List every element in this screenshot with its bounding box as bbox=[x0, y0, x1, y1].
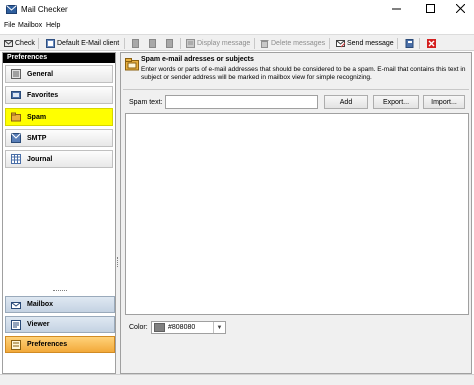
send-message-button[interactable]: Send message bbox=[336, 38, 394, 49]
display-message-icon bbox=[186, 39, 195, 48]
color-picker-dropdown[interactable]: #808080 ▼ bbox=[151, 321, 226, 334]
toolbar: Check Default E-Mail client Display mess… bbox=[0, 34, 474, 51]
toolbar-separator bbox=[124, 38, 125, 49]
preferences-header: Preferences bbox=[3, 53, 115, 63]
import-button[interactable]: Import... bbox=[423, 95, 465, 109]
nav-item-favorites[interactable]: Favorites bbox=[5, 86, 113, 104]
display-message-label: Display message bbox=[197, 40, 251, 47]
display-message-button[interactable]: Display message bbox=[186, 38, 250, 49]
viewer-button[interactable]: Viewer bbox=[5, 316, 115, 333]
viewer-icon bbox=[11, 319, 21, 330]
nav-item-label: General bbox=[27, 70, 54, 78]
delete-messages-label: Delete messages bbox=[271, 40, 326, 47]
document-icon bbox=[132, 39, 139, 48]
check-button[interactable]: Check bbox=[4, 38, 35, 49]
default-email-client-button[interactable]: Default E-Mail client bbox=[46, 38, 119, 49]
mailbox-icon bbox=[11, 301, 21, 309]
viewer-label: Viewer bbox=[27, 321, 50, 328]
spam-text-input[interactable] bbox=[165, 95, 318, 109]
close-icon bbox=[455, 3, 465, 14]
toolbar-disabled-button-2[interactable] bbox=[148, 38, 159, 49]
title-bar: Mail Checker bbox=[0, 0, 474, 20]
favorites-icon bbox=[11, 91, 21, 99]
toolbar-separator bbox=[180, 38, 181, 49]
mailbox-label: Mailbox bbox=[27, 301, 54, 308]
preferences-icon bbox=[11, 339, 21, 350]
navigation-pane: Preferences General Favorites Spam SMTP … bbox=[2, 52, 116, 374]
nav-item-general[interactable]: General bbox=[5, 65, 113, 83]
header-divider bbox=[123, 89, 469, 90]
window-title: Mail Checker bbox=[21, 5, 68, 14]
toolbar-separator bbox=[38, 38, 39, 49]
pane-resize-grip[interactable] bbox=[53, 290, 67, 292]
status-bar bbox=[0, 374, 474, 385]
toolbar-separator bbox=[254, 38, 255, 49]
exit-button[interactable] bbox=[427, 38, 438, 49]
minimize-icon bbox=[391, 8, 401, 10]
toolbar-separator bbox=[329, 38, 330, 49]
send-message-label: Send message bbox=[347, 40, 394, 47]
nav-item-label: SMTP bbox=[27, 134, 47, 142]
toolbar-disabled-button-3[interactable] bbox=[165, 38, 176, 49]
preferences-label: Preferences bbox=[27, 341, 68, 348]
spam-entries-list[interactable] bbox=[125, 113, 469, 315]
general-settings-icon bbox=[11, 69, 21, 79]
panel-description: Enter words or parts of e-mail addresses… bbox=[141, 66, 466, 81]
mailbox-button[interactable]: Mailbox bbox=[5, 296, 115, 313]
journal-icon bbox=[11, 154, 21, 164]
chevron-down-icon: ▼ bbox=[213, 322, 225, 333]
nav-item-label: Favorites bbox=[27, 91, 59, 99]
address-book-button[interactable] bbox=[405, 38, 416, 49]
menu-mailbox[interactable]: Mailbox bbox=[18, 22, 42, 29]
color-swatch bbox=[154, 323, 165, 332]
nav-item-label: Journal bbox=[27, 155, 53, 163]
default-client-icon bbox=[46, 39, 55, 48]
delete-messages-button[interactable]: Delete messages bbox=[260, 38, 325, 49]
maximize-button[interactable] bbox=[416, 0, 444, 20]
spam-folder-icon bbox=[11, 112, 21, 122]
send-message-icon bbox=[336, 40, 345, 48]
nav-item-spam[interactable]: Spam bbox=[5, 108, 113, 126]
panel-title: Spam e-mail adresses or subjects bbox=[141, 56, 254, 63]
toolbar-disabled-button-1[interactable] bbox=[131, 38, 142, 49]
check-label: Check bbox=[15, 40, 35, 47]
toolbar-separator bbox=[419, 38, 420, 49]
spam-settings-panel: Spam e-mail adresses or subjects Enter w… bbox=[120, 52, 472, 374]
document-icon bbox=[149, 39, 156, 48]
menu-file[interactable]: File bbox=[4, 22, 15, 29]
minimize-button[interactable] bbox=[382, 0, 410, 20]
maximize-icon bbox=[425, 4, 435, 13]
close-window-button[interactable] bbox=[446, 0, 474, 20]
preferences-button[interactable]: Preferences bbox=[5, 336, 115, 353]
document-icon bbox=[166, 39, 173, 48]
toolbar-separator bbox=[397, 38, 398, 49]
nav-item-journal[interactable]: Journal bbox=[5, 150, 113, 168]
menu-help[interactable]: Help bbox=[46, 22, 60, 29]
check-mail-icon bbox=[4, 40, 13, 47]
nav-item-label: Spam bbox=[27, 113, 47, 121]
address-book-icon bbox=[405, 39, 414, 48]
spam-text-label: Spam text: bbox=[129, 99, 163, 106]
spam-folder-icon bbox=[125, 58, 139, 71]
exit-icon bbox=[427, 39, 436, 48]
color-label: Color: bbox=[129, 324, 148, 331]
export-button[interactable]: Export... bbox=[373, 95, 419, 109]
menu-bar: File Mailbox Help bbox=[0, 20, 474, 33]
add-button[interactable]: Add bbox=[324, 95, 368, 109]
smtp-server-icon bbox=[11, 133, 21, 143]
mail-envelope-icon bbox=[6, 5, 17, 14]
default-client-label: Default E-Mail client bbox=[57, 40, 120, 47]
nav-item-smtp[interactable]: SMTP bbox=[5, 129, 113, 147]
color-value: #808080 bbox=[168, 324, 196, 331]
delete-messages-icon bbox=[260, 40, 269, 48]
